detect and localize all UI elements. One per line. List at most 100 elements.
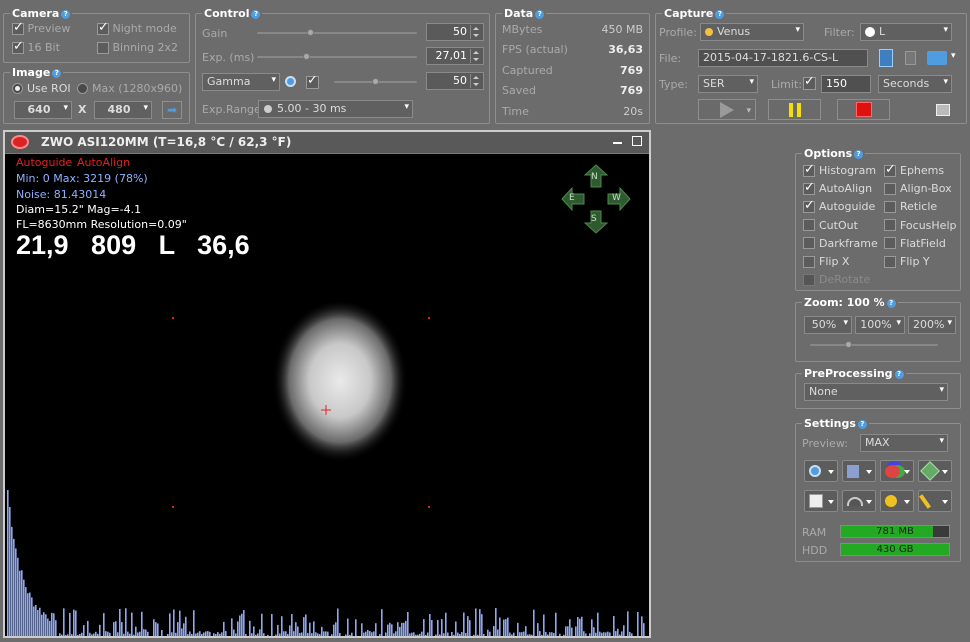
preview-checkbox[interactable] bbox=[12, 20, 24, 35]
option-checkbox[interactable] bbox=[803, 273, 815, 286]
help-icon[interactable]: ? bbox=[894, 369, 904, 379]
option-darkframe[interactable]: Darkframe bbox=[803, 237, 878, 250]
option-ephems[interactable]: Ephems bbox=[884, 162, 944, 177]
option-cutout[interactable]: CutOut bbox=[803, 219, 858, 232]
speed-button[interactable] bbox=[842, 490, 876, 512]
preview-option[interactable]: Preview bbox=[12, 20, 70, 35]
help-icon[interactable]: ? bbox=[52, 68, 62, 78]
option-reticle[interactable]: Reticle bbox=[884, 200, 937, 213]
option-checkbox[interactable] bbox=[884, 200, 896, 213]
filter-select[interactable]: L ▾ bbox=[860, 23, 952, 41]
help-icon[interactable]: ? bbox=[857, 419, 867, 429]
help-icon[interactable]: ? bbox=[886, 298, 896, 308]
preview-mode-select[interactable]: MAX ▾ bbox=[860, 434, 948, 452]
gamma-checkbox[interactable] bbox=[306, 73, 319, 89]
exposure-input[interactable]: 27,01 bbox=[426, 47, 484, 65]
copy-icon[interactable] bbox=[936, 104, 950, 116]
help-icon[interactable]: ? bbox=[251, 9, 261, 19]
trash-icon[interactable] bbox=[905, 51, 916, 65]
help-icon[interactable]: ? bbox=[715, 9, 725, 19]
zoom-slider[interactable] bbox=[810, 341, 938, 348]
exposure-slider-knob[interactable] bbox=[302, 53, 310, 60]
gamma-input[interactable]: 50 bbox=[426, 72, 484, 90]
type-select[interactable]: SER ▾ bbox=[698, 75, 758, 93]
option-derotate[interactable]: DeRotate bbox=[803, 273, 870, 286]
limit-input[interactable]: 150 bbox=[821, 75, 871, 93]
option-focushelp[interactable]: FocusHelp bbox=[884, 219, 957, 232]
filter-wheel-button[interactable] bbox=[842, 460, 876, 482]
preprocessing-select[interactable]: None ▾ bbox=[804, 383, 948, 401]
height-select[interactable]: 480 ▾ bbox=[94, 101, 152, 119]
option-checkbox[interactable] bbox=[884, 182, 896, 195]
option-histogram[interactable]: Histogram bbox=[803, 162, 876, 177]
option-checkbox[interactable] bbox=[803, 255, 815, 268]
option-checkbox[interactable] bbox=[803, 180, 815, 195]
stop-button[interactable] bbox=[837, 99, 890, 120]
use-roi-radio[interactable] bbox=[12, 83, 23, 94]
binning-checkbox[interactable] bbox=[97, 42, 109, 54]
filename-input[interactable]: 2015-04-17-1821.6-CS-L bbox=[698, 49, 868, 67]
option-autoguide[interactable]: Autoguide bbox=[803, 198, 875, 213]
film-icon[interactable] bbox=[879, 49, 893, 67]
option-align-box[interactable]: Align-Box bbox=[884, 182, 952, 195]
apply-roi-button[interactable]: ➡ bbox=[162, 101, 182, 119]
option-checkbox[interactable] bbox=[803, 219, 815, 232]
binning-option[interactable]: Binning 2x2 bbox=[97, 41, 178, 54]
chevron-down-icon[interactable]: ▾ bbox=[951, 51, 956, 61]
spin-buttons[interactable] bbox=[470, 25, 481, 39]
gamma-slider[interactable] bbox=[334, 78, 417, 85]
camera-title: Camera? bbox=[10, 8, 73, 20]
limit-unit-select[interactable]: Seconds ▾ bbox=[878, 75, 952, 93]
exposure-slider[interactable] bbox=[257, 53, 417, 60]
night-mode-option[interactable]: Night mode bbox=[97, 20, 177, 35]
width-select[interactable]: 640 ▾ bbox=[14, 101, 72, 119]
pause-button[interactable] bbox=[768, 99, 821, 120]
max-option[interactable]: Max (1280x960) bbox=[77, 82, 182, 95]
save-settings-button[interactable] bbox=[804, 490, 838, 512]
16bit-option[interactable]: 16 Bit bbox=[12, 39, 60, 54]
option-flatfield[interactable]: FlatField bbox=[884, 237, 946, 250]
option-checkbox[interactable] bbox=[803, 162, 815, 177]
zoom-50-button[interactable]: 50% ▾ bbox=[804, 316, 852, 334]
option-checkbox[interactable] bbox=[803, 237, 815, 250]
gain-slider[interactable] bbox=[257, 29, 417, 36]
help-icon[interactable]: ? bbox=[854, 149, 864, 159]
use-roi-option[interactable]: Use ROI bbox=[12, 82, 71, 95]
camera-settings-button[interactable] bbox=[804, 460, 838, 482]
zoom-slider-knob[interactable] bbox=[845, 341, 852, 348]
focus-button[interactable] bbox=[880, 490, 914, 512]
maximize-icon[interactable] bbox=[632, 136, 642, 146]
option-checkbox[interactable] bbox=[884, 255, 896, 268]
option-checkbox[interactable] bbox=[884, 162, 896, 177]
exposure-range-select[interactable]: 5.00 - 30 ms ▾ bbox=[258, 100, 413, 118]
help-icon[interactable]: ? bbox=[535, 9, 545, 19]
gamma-select[interactable]: Gamma ▾ bbox=[202, 73, 280, 91]
folder-icon[interactable] bbox=[927, 51, 947, 65]
help-icon[interactable]: ? bbox=[61, 9, 71, 19]
camera-preview[interactable]: ZWO ASI120MM (T=16,8 °C / 62,3 °F) Autog… bbox=[3, 130, 651, 638]
limit-checkbox[interactable] bbox=[803, 74, 816, 90]
spin-buttons[interactable] bbox=[470, 49, 481, 63]
minimize-icon[interactable] bbox=[613, 142, 622, 144]
option-checkbox[interactable] bbox=[884, 219, 896, 232]
mount-button[interactable] bbox=[918, 460, 952, 482]
max-radio[interactable] bbox=[77, 83, 88, 94]
profile-select[interactable]: Venus ▾ bbox=[700, 23, 804, 41]
spin-buttons[interactable] bbox=[470, 74, 481, 88]
gain-input[interactable]: 50 bbox=[426, 23, 484, 41]
tools-button[interactable] bbox=[918, 490, 952, 512]
option-flip-x[interactable]: Flip X bbox=[803, 255, 849, 268]
16bit-checkbox[interactable] bbox=[12, 39, 24, 54]
option-checkbox[interactable] bbox=[884, 237, 896, 250]
play-button[interactable]: ▾ bbox=[698, 99, 756, 120]
zoom-200-button[interactable]: 200% ▾ bbox=[908, 316, 956, 334]
option-checkbox[interactable] bbox=[803, 198, 815, 213]
zoom-100-button[interactable]: 100% ▾ bbox=[855, 316, 905, 334]
gain-slider-knob[interactable] bbox=[307, 29, 315, 36]
option-flip-y[interactable]: Flip Y bbox=[884, 255, 930, 268]
color-button[interactable] bbox=[880, 460, 914, 482]
option-autoalign[interactable]: AutoAlign bbox=[803, 180, 872, 195]
gamma-slider-knob[interactable] bbox=[372, 78, 379, 85]
auto-icon[interactable] bbox=[285, 76, 296, 87]
night-mode-checkbox[interactable] bbox=[97, 20, 109, 35]
